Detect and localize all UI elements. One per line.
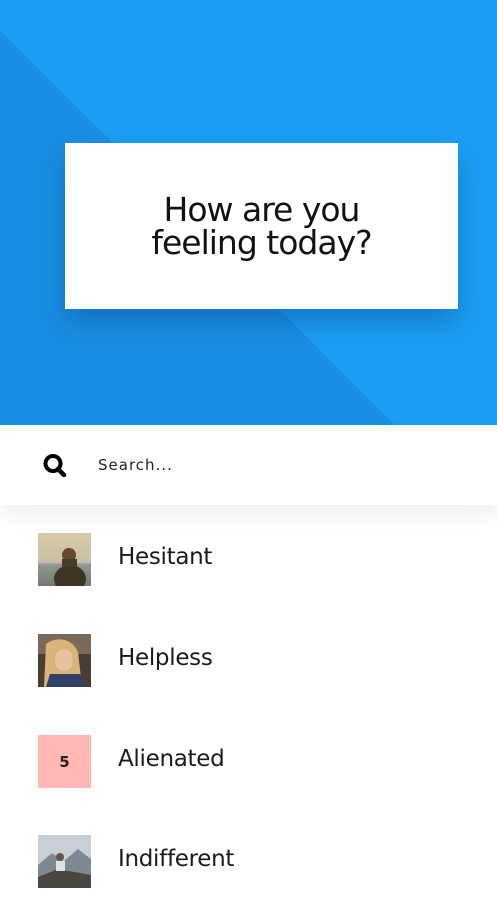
alienated-thumbnail: 5 (38, 735, 91, 788)
search-bar (0, 425, 497, 505)
search-icon[interactable] (42, 453, 68, 477)
list-item-hesitant[interactable]: Hesitant (0, 533, 497, 603)
list-item-alienated[interactable]: 5 Alienated (0, 735, 497, 805)
item-label: Helpless (118, 645, 213, 671)
list-item-indifferent[interactable]: Indifferent (0, 835, 497, 905)
hero-header: How are you feeling today? (0, 0, 497, 425)
helpless-thumbnail (38, 634, 91, 687)
item-label: Hesitant (118, 544, 213, 570)
hesitant-thumbnail (38, 533, 91, 586)
feelings-list: Hesitant Helpless 5 Alienated Indifferen… (0, 505, 497, 888)
item-label: Alienated (118, 746, 225, 772)
indifferent-thumbnail (38, 835, 91, 888)
search-input[interactable] (98, 453, 438, 477)
item-label: Indifferent (118, 846, 235, 872)
question-title: How are you feeling today? (151, 190, 372, 262)
question-card: How are you feeling today? (65, 143, 458, 309)
list-item-helpless[interactable]: Helpless (0, 634, 497, 704)
